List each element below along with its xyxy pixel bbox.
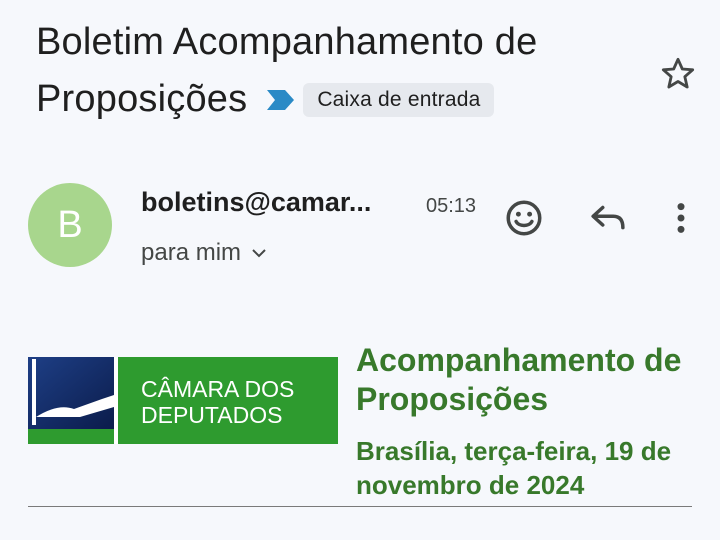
chevron-down-icon[interactable] (251, 247, 267, 259)
subject-line-2: Proposições (36, 78, 248, 120)
received-time: 05:13 (426, 195, 477, 217)
subject-line-1: Boletim Acompanhamento de (36, 21, 538, 63)
emoji-icon[interactable] (503, 197, 545, 239)
email-subject: Boletim Acompanhamento de Proposições Ca… (36, 14, 636, 128)
logo-text-line-2: DEPUTADOS (141, 402, 282, 428)
more-vert-icon[interactable] (660, 197, 702, 239)
recipient-label: para mim (141, 239, 242, 266)
star-icon[interactable] (658, 54, 698, 94)
sender-name[interactable]: boletins@camar... (141, 187, 371, 218)
newsletter-date: Brasília, terça-feira, 19 de novembro de… (356, 436, 672, 500)
logo-text-line-1: CÂMARA DOS (141, 376, 294, 402)
recipient-details[interactable]: para mim (141, 239, 267, 267)
avatar[interactable]: B (28, 183, 112, 267)
camara-logo-banner: CÂMARA DOS DEPUTADOS (28, 357, 338, 444)
label-arrow-icon (267, 89, 295, 110)
reply-icon[interactable] (587, 197, 629, 239)
newsletter-heading: Acompanhamento de Proposições (356, 342, 682, 417)
subject-line-2-row: Proposições Caixa de entrada (36, 71, 636, 128)
inbox-label-chip[interactable]: Caixa de entrada (303, 82, 495, 117)
divider (28, 506, 692, 507)
